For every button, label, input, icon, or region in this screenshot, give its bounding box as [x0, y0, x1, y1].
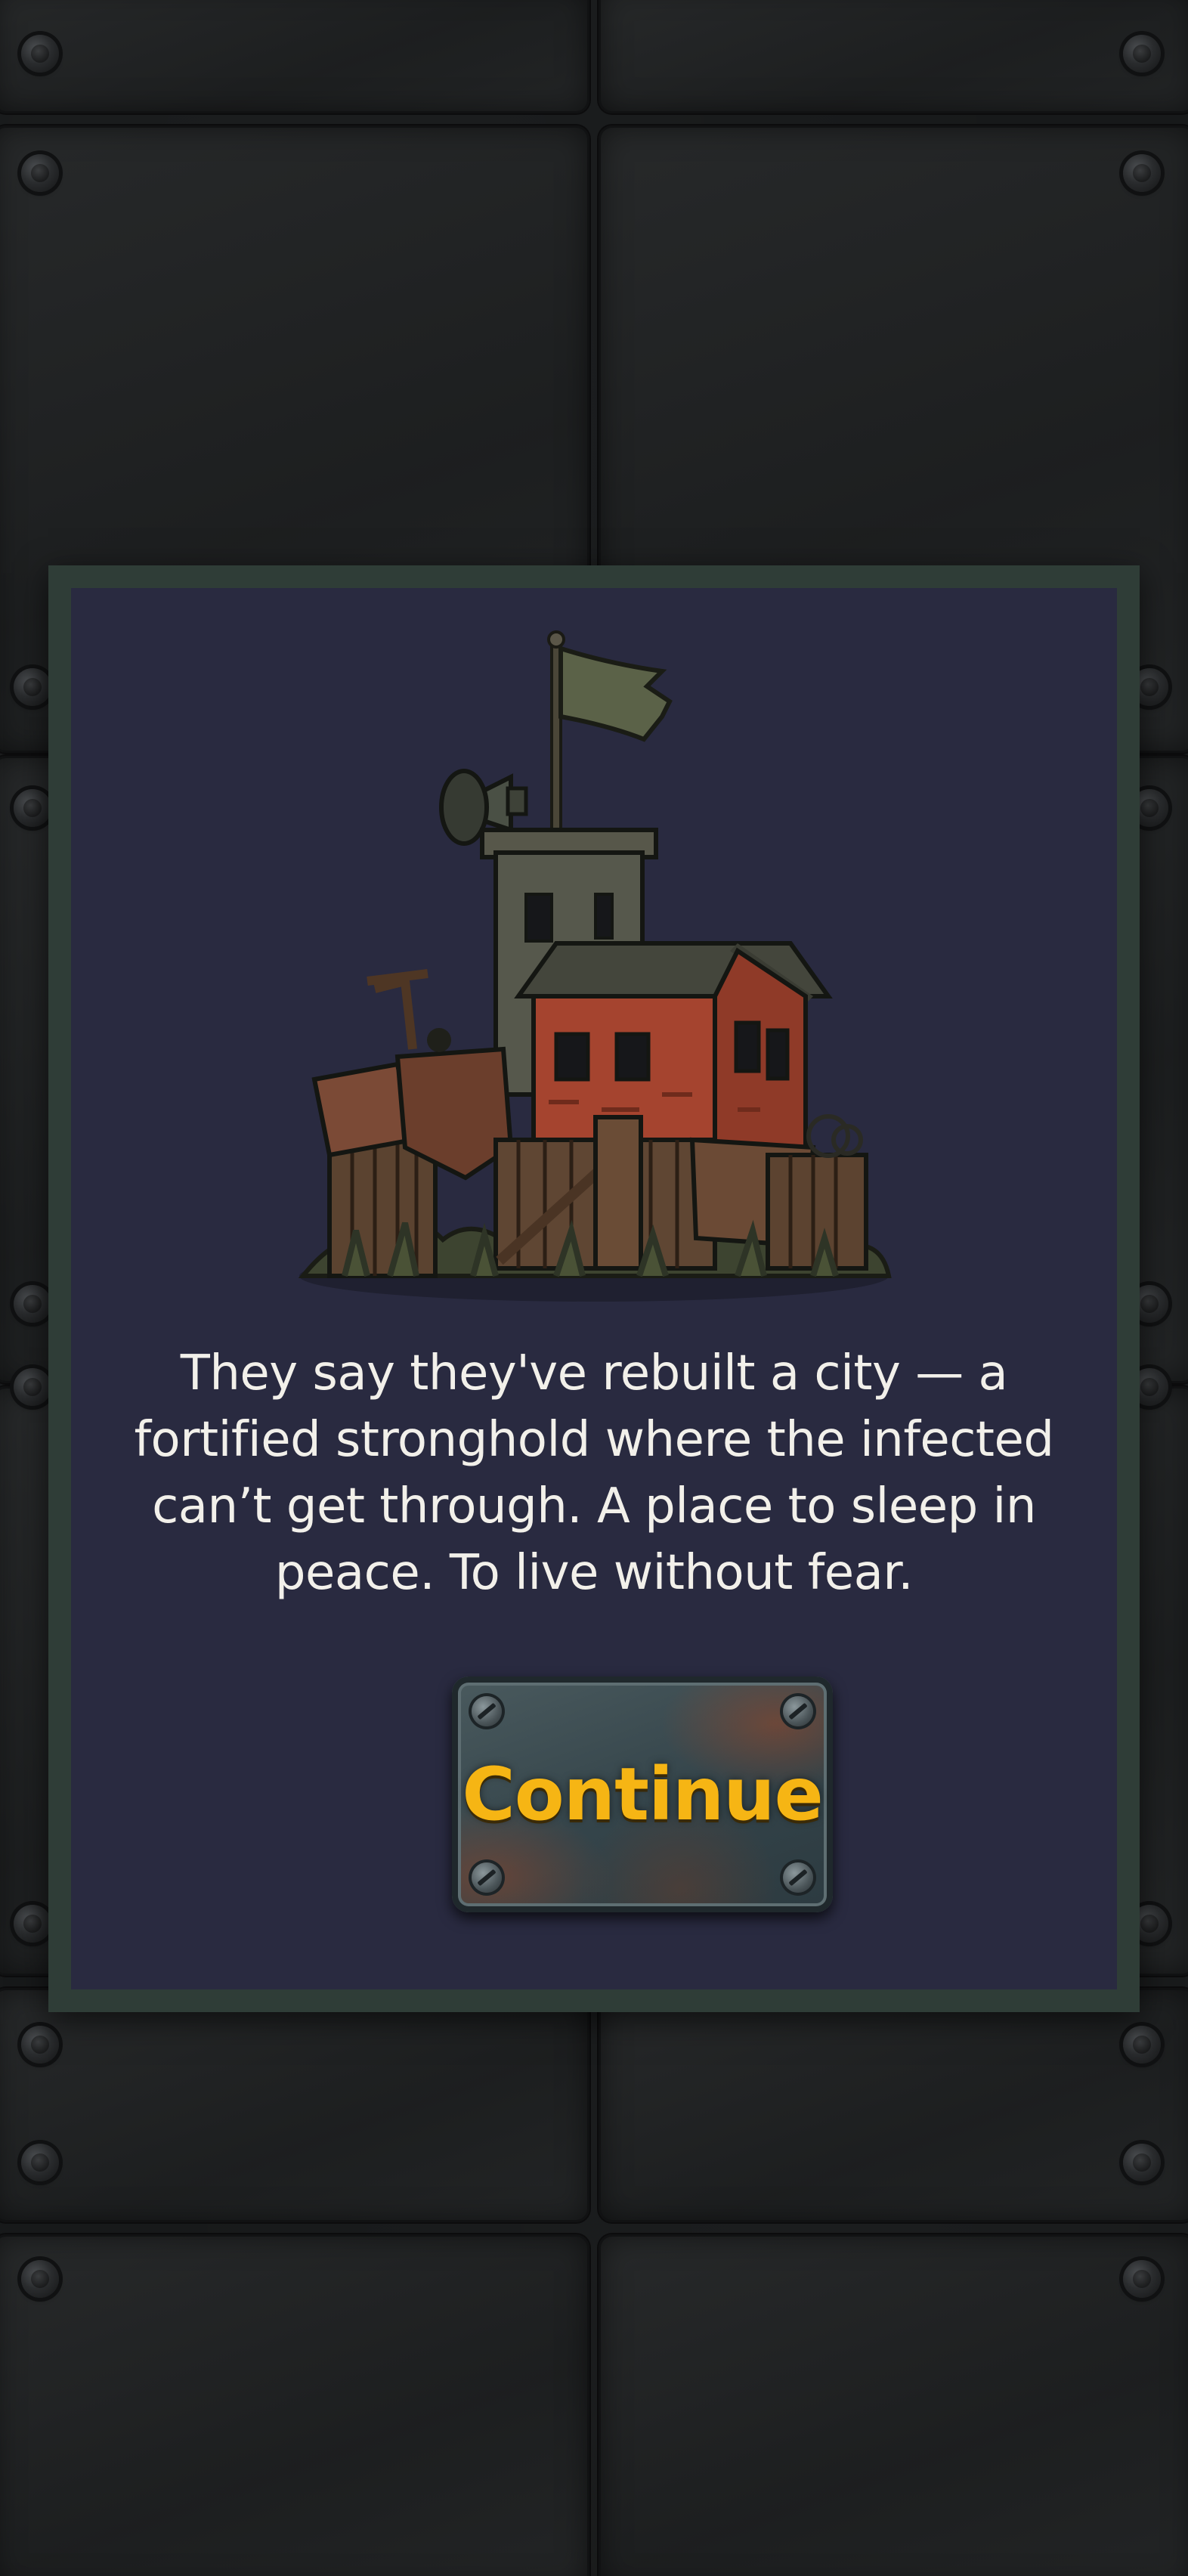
- rivet-icon: [21, 2260, 59, 2298]
- metal-plate: [0, 0, 589, 113]
- story-dialog-panel: They say they've rebuilt a city — a fort…: [71, 588, 1117, 1989]
- rivet-icon: [21, 154, 59, 192]
- continue-button-label: Continue: [462, 1752, 823, 1837]
- rivet-icon: [21, 2144, 59, 2181]
- metal-plate: [599, 0, 1188, 113]
- rivet-icon: [1123, 2260, 1161, 2298]
- rivet-icon: [14, 1285, 51, 1323]
- rivet-icon: [14, 1905, 51, 1943]
- metal-plate: [0, 1988, 589, 2222]
- rivet-icon: [1123, 2026, 1161, 2064]
- metal-plate: [599, 2234, 1188, 2576]
- rivet-icon: [1123, 2144, 1161, 2181]
- metal-plate: [0, 2234, 589, 2576]
- story-message: They say they've rebuilt a city — a fort…: [134, 1345, 1055, 1601]
- story-dialog: They say they've rebuilt a city — a fort…: [48, 565, 1140, 2012]
- rivet-icon: [14, 1368, 51, 1406]
- rivet-icon: [1123, 35, 1161, 73]
- metal-plate: [599, 1988, 1188, 2222]
- rivet-icon: [14, 789, 51, 827]
- rivet-icon: [21, 35, 59, 73]
- continue-button[interactable]: Continue: [452, 1677, 833, 1912]
- fortified-outpost-illustration: [298, 630, 892, 1302]
- rivet-icon: [14, 668, 51, 706]
- rivet-icon: [1123, 154, 1161, 192]
- rivet-icon: [21, 2026, 59, 2064]
